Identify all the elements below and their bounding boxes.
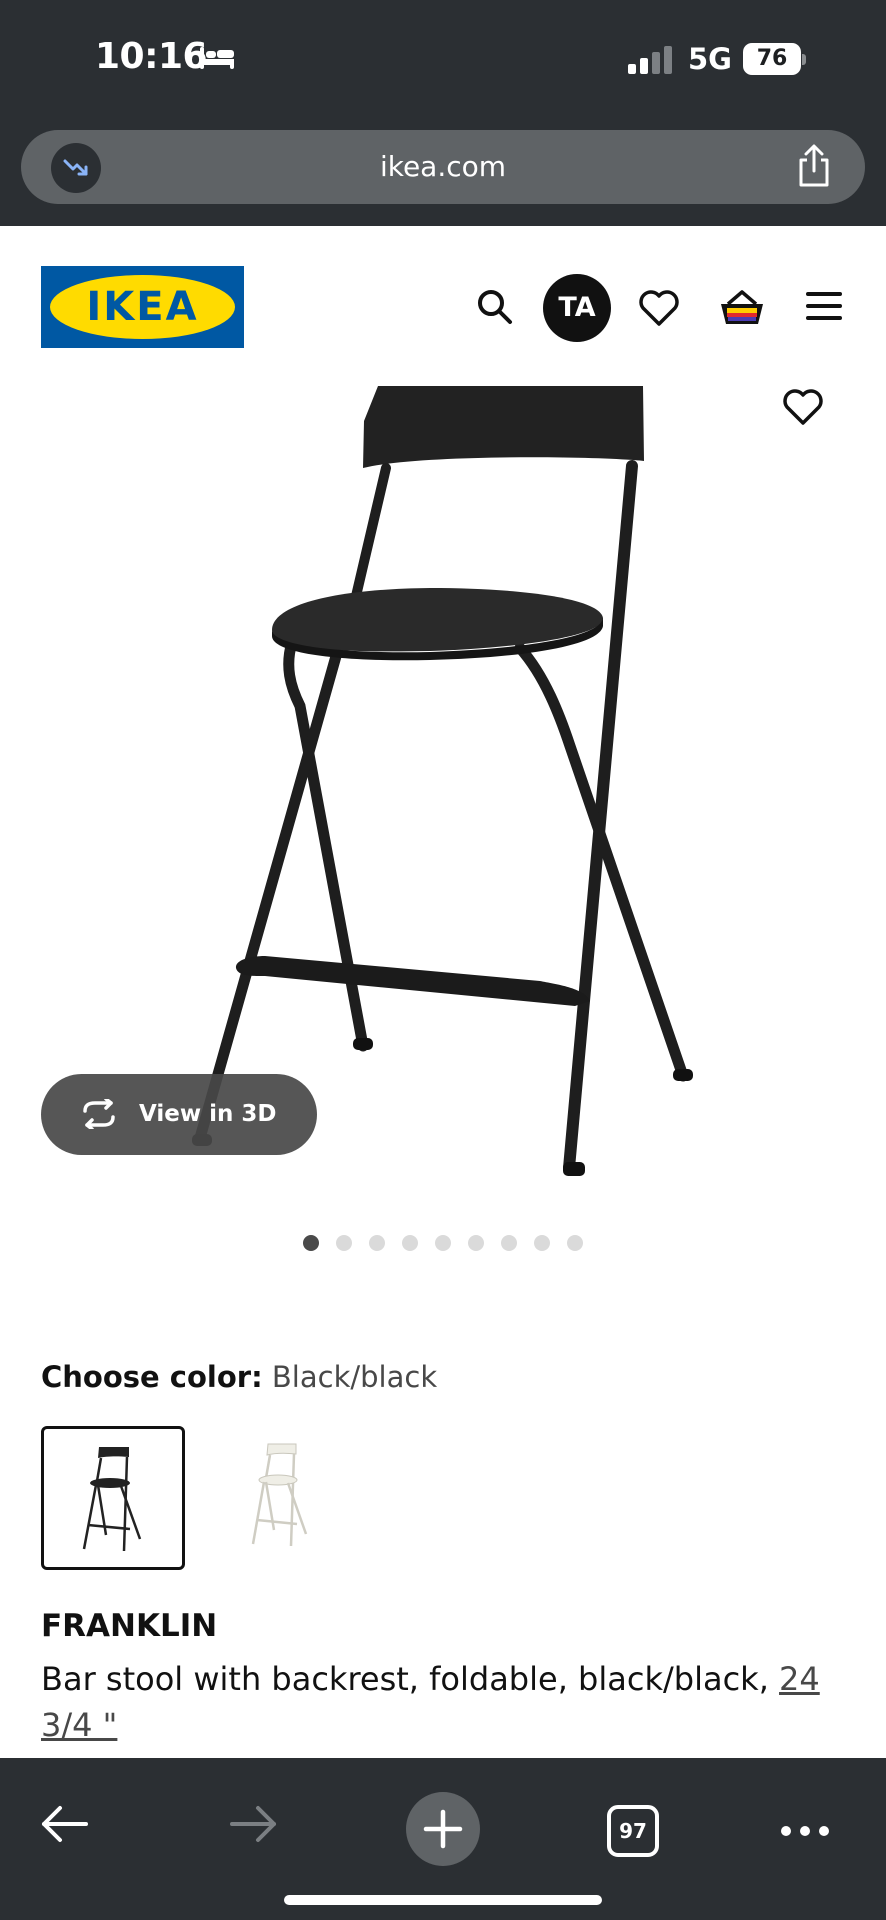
carousel-dot[interactable]	[435, 1235, 451, 1251]
favorites-heart-icon[interactable]	[638, 289, 680, 331]
status-bar: 10:16 5G 76	[0, 0, 886, 130]
url-field[interactable]: ikea.com	[21, 130, 865, 204]
search-icon[interactable]	[476, 288, 514, 330]
battery-icon: 76	[743, 43, 807, 75]
status-time: 10:16	[95, 36, 208, 77]
carousel-dot[interactable]	[534, 1235, 550, 1251]
more-options-icon[interactable]	[780, 1822, 830, 1841]
account-avatar[interactable]: TA	[543, 274, 611, 342]
carousel-dot[interactable]	[468, 1235, 484, 1251]
color-swatch-white[interactable]	[208, 1426, 352, 1570]
view-in-3d-label: View in 3D	[139, 1101, 277, 1127]
carousel-dot[interactable]	[303, 1235, 319, 1251]
trending-down-icon[interactable]	[51, 143, 101, 193]
product-description-text: Bar stool with backrest, foldable, black…	[41, 1660, 769, 1698]
carousel-dot[interactable]	[369, 1235, 385, 1251]
site-header: IKEA ® TA	[0, 226, 886, 386]
browser-bottom-toolbar: 97	[0, 1758, 886, 1920]
carousel-dot[interactable]	[567, 1235, 583, 1251]
ikea-logo[interactable]: IKEA ®	[41, 266, 244, 348]
share-icon[interactable]	[795, 144, 833, 192]
tab-switcher-button[interactable]: 97	[607, 1805, 659, 1857]
battery-level: 76	[756, 46, 788, 71]
tab-count: 97	[619, 1819, 647, 1843]
carousel-dot[interactable]	[402, 1235, 418, 1251]
hamburger-menu-icon[interactable]	[806, 290, 842, 326]
view-in-3d-button[interactable]: View in 3D	[41, 1074, 317, 1155]
forward-arrow-icon[interactable]	[228, 1804, 278, 1848]
product-description: Bar stool with backrest, foldable, black…	[41, 1656, 851, 1748]
new-tab-button[interactable]	[406, 1792, 480, 1866]
browser-address-bar: ikea.com	[0, 130, 886, 226]
plus-icon	[423, 1809, 463, 1849]
add-to-favorites-heart-icon[interactable]	[782, 388, 824, 430]
carousel-dot[interactable]	[501, 1235, 517, 1251]
cellular-signal-icon	[628, 46, 674, 78]
back-arrow-icon[interactable]	[40, 1804, 90, 1848]
carousel-dot[interactable]	[336, 1235, 352, 1251]
choose-color-prefix: Choose color:	[41, 1360, 263, 1394]
product-name: FRANKLIN	[41, 1608, 218, 1644]
color-swatch-black[interactable]	[41, 1426, 185, 1570]
shopping-bag-icon[interactable]	[718, 288, 766, 332]
selected-color-value: Black/black	[271, 1360, 438, 1394]
url-text[interactable]: ikea.com	[21, 130, 865, 204]
network-type: 5G	[688, 42, 732, 76]
sleep-focus-icon	[198, 45, 236, 75]
choose-color-label: Choose color: Black/black	[41, 1360, 437, 1394]
home-indicator[interactable]	[284, 1895, 602, 1905]
